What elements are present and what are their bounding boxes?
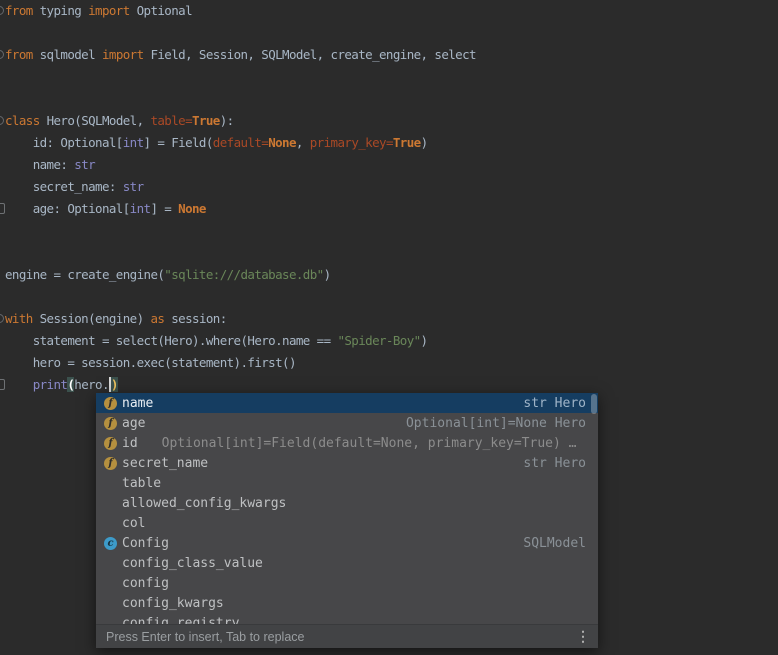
completion-label: table [122, 476, 161, 491]
completion-popup: fnamestr HerofageOptional[int]=None Hero… [96, 393, 598, 648]
code-line[interactable]: class Hero(SQLModel, table=True): [0, 110, 778, 132]
gutter-bookmark-icon[interactable] [0, 379, 5, 390]
completion-item[interactable]: fage Optional[int]=None Hero [96, 413, 598, 433]
completion-hint-bar: Press Enter to insert, Tab to replace ⋮ [96, 624, 598, 648]
completion-type-hint: SQLModel [523, 536, 586, 551]
scrollbar-thumb[interactable] [591, 394, 597, 414]
completion-item[interactable]: col [96, 513, 598, 533]
code-line[interactable] [0, 286, 778, 308]
code-line[interactable]: secret_name: str [0, 176, 778, 198]
code-line[interactable]: from typing import Optional [0, 0, 778, 22]
completion-label: config_kwargs [122, 596, 224, 611]
completion-label: config_class_value [122, 556, 263, 571]
completion-label: allowed_config_kwargs [122, 496, 286, 511]
field-icon: f [104, 397, 117, 410]
code-line[interactable] [0, 220, 778, 242]
completion-item[interactable]: config [96, 573, 598, 593]
completion-item[interactable]: f secret_name str Hero [96, 453, 598, 473]
code-lines: from typing import Optional from sqlmodel… [0, 0, 778, 396]
completion-hint-text: Press Enter to insert, Tab to replace [96, 630, 304, 644]
gutter-bookmark-icon[interactable] [0, 203, 5, 214]
code-line[interactable] [0, 88, 778, 110]
completion-label: age [122, 416, 145, 431]
completion-item[interactable]: table [96, 473, 598, 493]
completion-list: fnamestr HerofageOptional[int]=None Hero… [96, 393, 598, 625]
completion-label: name [122, 396, 153, 411]
completion-item[interactable]: config_kwargs [96, 593, 598, 613]
completion-item[interactable]: allowed_config_kwargs [96, 493, 598, 513]
field-icon: f [104, 417, 117, 430]
class-icon: c [104, 537, 117, 550]
completion-label: id [122, 436, 138, 451]
completion-type-hint: str Hero [523, 456, 586, 471]
code-line[interactable]: name: str [0, 154, 778, 176]
code-line[interactable] [0, 22, 778, 44]
completion-type-hint: Optional[int]=None Hero [406, 416, 586, 431]
code-line[interactable]: hero = session.exec(statement).first() [0, 352, 778, 374]
code-line[interactable] [0, 242, 778, 264]
code-line[interactable]: with Session(engine) as session: [0, 308, 778, 330]
code-line[interactable]: age: Optional[int] = None [0, 198, 778, 220]
completion-label: config [122, 576, 169, 591]
completion-type-hint: str Hero [523, 396, 586, 411]
code-line[interactable]: id: Optional[int] = Field(default=None, … [0, 132, 778, 154]
ide-editor-screen: from typing import Optional from sqlmodel… [0, 0, 778, 655]
completion-item[interactable]: fid Optional[int]=Field(default=None, pri… [96, 433, 598, 453]
code-line[interactable]: statement = select(Hero).where(Hero.name… [0, 330, 778, 352]
completion-item[interactable]: c Config SQLModel [96, 533, 598, 553]
completion-label: Config [122, 536, 169, 551]
code-line[interactable] [0, 66, 778, 88]
completion-item[interactable]: config_class_value [96, 553, 598, 573]
completion-label: col [122, 516, 145, 531]
field-icon: f [104, 457, 117, 470]
field-icon: f [104, 437, 117, 450]
code-line[interactable]: engine = create_engine("sqlite:///databa… [0, 264, 778, 286]
completion-item[interactable]: fname str Hero [96, 393, 598, 413]
code-line[interactable]: from sqlmodel import Field, Session, SQL… [0, 44, 778, 66]
completion-type-tail: Optional[int]=Field(default=None, primar… [162, 436, 577, 451]
completion-label: secret_name [122, 456, 208, 471]
more-options-icon[interactable]: ⋮ [576, 628, 598, 645]
